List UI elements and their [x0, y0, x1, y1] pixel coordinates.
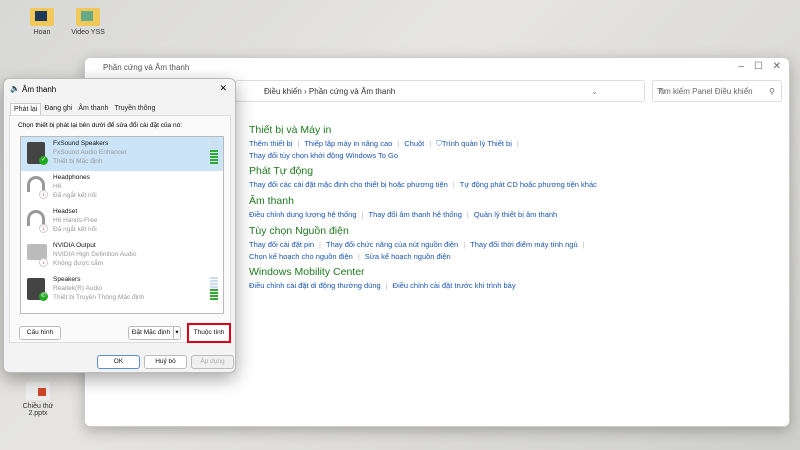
maximize-button[interactable]: ☐ — [754, 61, 763, 72]
device-status: Thiết bị Truyền Thông Mặc định — [53, 294, 145, 301]
link[interactable]: Sửa kế hoạch nguồn điện — [365, 252, 451, 261]
link[interactable]: Chuột — [404, 139, 424, 148]
desktop-icon-pptx[interactable]: Chiều thứ 2.pptx — [18, 382, 58, 417]
section-mobility-center: Windows Mobility Center Điều chỉnh cài đ… — [249, 266, 516, 290]
device-name: FxSound Speakers — [53, 140, 109, 147]
device-driver: H6 — [53, 183, 62, 190]
dialog-title: Âm thanh — [22, 85, 57, 94]
link[interactable]: Tự động phát CD hoặc phương tiện khác — [460, 180, 597, 189]
device-item[interactable]: ✆ Speakers Realtek(R) Audio Thiết bị Truyền… — [21, 273, 223, 307]
set-default-button[interactable]: Đặt Mặc định — [128, 326, 174, 340]
section-title[interactable]: Phát Tự động — [249, 165, 597, 177]
address-bar[interactable]: Điều khiển › Phần cứng và Âm thanh ⌄ ↻ — [235, 80, 666, 102]
link[interactable]: Điều chỉnh cài đặt di động thường dùng — [249, 281, 381, 290]
desktop-icon-label: Hoan — [33, 29, 51, 36]
device-name: NVIDIA Output — [53, 242, 96, 249]
desktop-icon-folder[interactable]: Video YSS — [68, 8, 108, 36]
ok-button[interactable]: OK — [97, 355, 140, 369]
desktop-icon-folder[interactable]: Hoan — [22, 8, 62, 36]
set-default-dropdown-icon[interactable]: ▾ — [173, 326, 181, 340]
device-driver: FxSound Audio Enhancer — [53, 149, 127, 156]
device-status: Không được cắm — [53, 260, 104, 267]
section-title[interactable]: Thiết bị và Máy in — [249, 124, 524, 136]
section-title[interactable]: Âm thanh — [249, 195, 557, 207]
device-name: Speakers — [53, 276, 81, 283]
device-driver: H6 Hands-Free — [53, 217, 98, 224]
device-driver: Realtek(R) Audio — [53, 285, 103, 292]
cancel-button[interactable]: Huỷ bỏ — [144, 355, 187, 369]
tab-recording[interactable]: Đang ghi — [41, 103, 75, 115]
sound-dialog: 🔈 Âm thanh ✕ Phát lại Đang ghi Âm thanh … — [3, 78, 236, 373]
breadcrumb-item[interactable]: Phần cứng và Âm thanh — [309, 87, 395, 96]
section-title[interactable]: Tùy chọn Nguồn điện — [249, 225, 590, 237]
tab-playback[interactable]: Phát lại — [10, 103, 42, 115]
device-name: Headset — [53, 208, 78, 215]
link[interactable]: Quản lý thiết bị âm thanh — [474, 210, 557, 219]
disconnected-icon: ↓ — [39, 190, 48, 199]
link[interactable]: Thiếp lập máy in nâng cao — [304, 139, 392, 148]
level-meter — [210, 141, 218, 165]
desktop-icon-label: Video YSS — [71, 29, 105, 36]
close-button[interactable]: ✕ — [773, 61, 781, 72]
close-button[interactable]: ✕ — [219, 83, 227, 94]
configure-button[interactable]: Cấu hình — [19, 326, 61, 340]
search-placeholder: Tìm kiếm Panel Điều khiển — [657, 87, 753, 96]
link[interactable]: Thay đổi các cài đặt mặc định cho thiết … — [249, 180, 448, 189]
link[interactable]: Điều chỉnh cài đặt trước khi trình bày — [393, 281, 516, 290]
section-power: Tùy chọn Nguồn điện Thay đổi cài đặt pin… — [249, 225, 590, 263]
window-title: Phần cứng và Âm thanh — [103, 63, 190, 72]
unplugged-icon: ↓ — [39, 258, 48, 267]
chevron-down-icon[interactable]: ⌄ — [591, 87, 598, 96]
disconnected-icon: ↓ — [39, 224, 48, 233]
section-devices-printers: Thiết bị và Máy in Thêm thiết bị | Thiếp l… — [249, 124, 524, 162]
section-title[interactable]: Windows Mobility Center — [249, 266, 516, 278]
check-icon: ✓ — [39, 156, 48, 165]
link[interactable]: Trình quản lý Thiết bị — [442, 139, 512, 148]
device-name: Headphones — [53, 174, 90, 181]
device-item[interactable]: ↓ Headphones H6 Đã ngắt kết nối — [21, 171, 223, 205]
device-status: Đã ngắt kết nối — [53, 192, 97, 199]
device-status: Đã ngắt kết nối — [53, 226, 97, 233]
link[interactable]: Điều chỉnh dung lượng hệ thống — [249, 210, 357, 219]
device-item[interactable]: ↓ NVIDIA Output NVIDIA High Definition Aud… — [21, 239, 223, 273]
breadcrumb-item[interactable]: Điều khiển — [264, 87, 302, 96]
link[interactable]: Thay đổi chức năng của nút nguồn điện — [326, 240, 458, 249]
device-item[interactable]: ↓ Headset H6 Hands-Free Đã ngắt kết nối — [21, 205, 223, 239]
search-input[interactable]: Tìm kiếm Panel Điều khiển ⚲ — [652, 80, 782, 102]
desktop-icon-label: Chiều thứ 2.pptx — [22, 403, 54, 417]
link[interactable]: Thay đổi cài đặt pin — [249, 240, 314, 249]
device-item[interactable]: ✓ FxSound Speakers FxSound Audio Enhancer T… — [21, 137, 223, 171]
link[interactable]: Chọn kế hoạch cho nguồn điện — [249, 252, 353, 261]
minimize-button[interactable]: – — [738, 61, 744, 72]
link[interactable]: Thay đổi thời điểm máy tính ngủ — [470, 240, 577, 249]
apply-button[interactable]: Áp dụng — [191, 355, 234, 369]
properties-button[interactable]: Thuộc tính — [187, 323, 231, 343]
section-sound: Âm thanh Điều chỉnh dung lượng hệ thống |… — [249, 195, 558, 219]
device-status: Thiết bị Mặc định — [53, 158, 103, 165]
link[interactable]: Thêm thiết bị — [249, 139, 292, 148]
playback-pane: Chọn thiết bị phát lại bên dưới để sửa đ… — [9, 115, 231, 343]
device-driver: NVIDIA High Definition Audio — [53, 251, 137, 258]
link[interactable]: Thay đổi âm thanh hệ thống — [368, 210, 461, 219]
search-icon: ⚲ — [769, 87, 775, 96]
phone-icon: ✆ — [39, 292, 48, 301]
link[interactable]: Thay đổi tùy chọn khởi động Windows To G… — [249, 151, 398, 160]
level-meter — [210, 277, 218, 301]
speaker-icon: 🔈 — [10, 84, 20, 93]
section-autoplay: Phát Tự động Thay đổi các cài đặt mặc đị… — [249, 165, 597, 189]
tab-sounds[interactable]: Âm thanh — [75, 103, 111, 115]
tab-communications[interactable]: Truyền thông — [111, 103, 158, 115]
tab-bar: Phát lại Đang ghi Âm thanh Truyền thông — [10, 103, 158, 115]
instruction-text: Chọn thiết bị phát lại bên dưới để sửa đ… — [18, 122, 183, 129]
device-list[interactable]: ✓ FxSound Speakers FxSound Audio Enhancer T… — [20, 136, 224, 314]
